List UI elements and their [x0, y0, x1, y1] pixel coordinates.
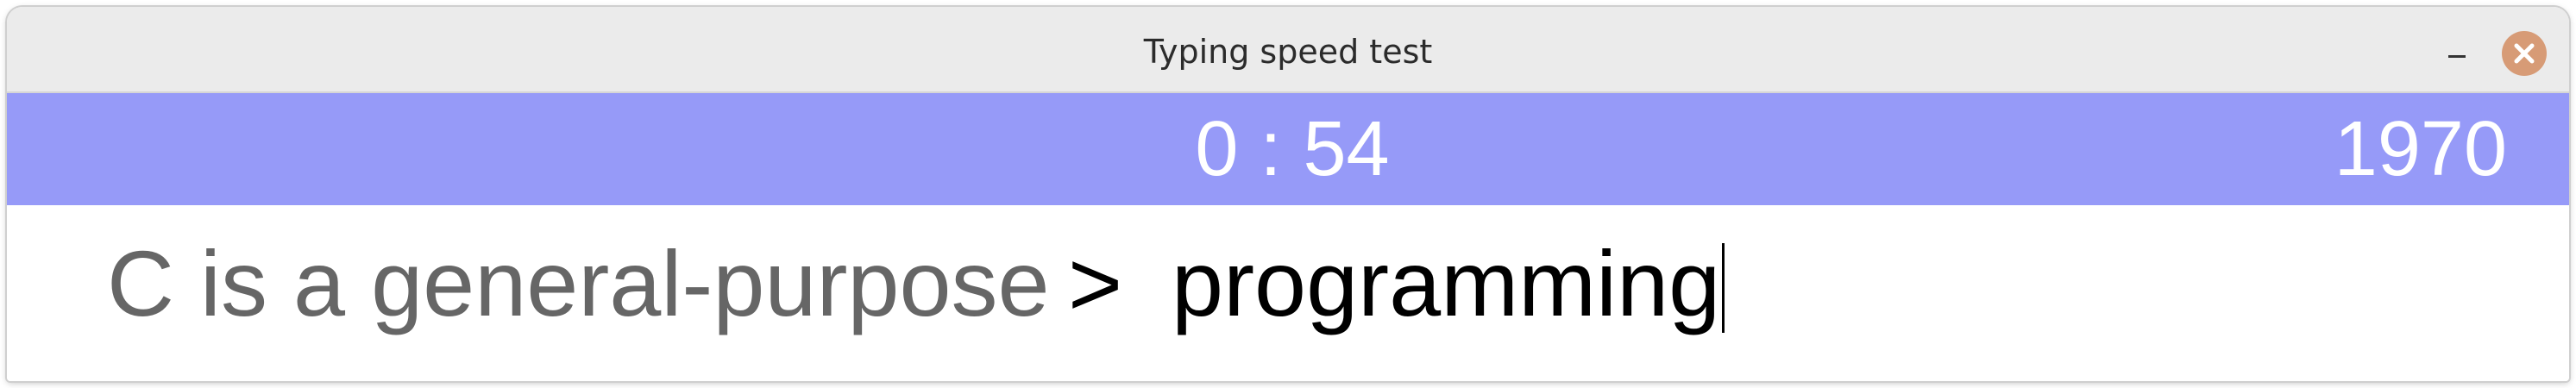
- title-bar[interactable]: Typing speed test: [7, 7, 2569, 93]
- minimize-icon: [2448, 55, 2466, 58]
- countdown-timer: 0 : 54: [1195, 106, 1390, 192]
- text-caret: [1722, 243, 1725, 333]
- score-counter: 1970: [2334, 106, 2507, 192]
- window-title: Typing speed test: [1143, 33, 1433, 71]
- status-header: 0 : 54 1970: [7, 93, 2569, 205]
- minimize-button[interactable]: [2440, 33, 2474, 67]
- close-button[interactable]: [2502, 31, 2547, 76]
- close-icon: [2514, 43, 2535, 64]
- typing-area[interactable]: C is a general-purpose > programming: [7, 205, 2569, 381]
- current-word-input[interactable]: programming: [1172, 229, 1720, 341]
- completed-text: C is a general-purpose: [107, 231, 1050, 335]
- app-window: Typing speed test 0 : 54 1970 C is a gen…: [7, 7, 2569, 381]
- prompt-symbol: >: [1068, 231, 1123, 335]
